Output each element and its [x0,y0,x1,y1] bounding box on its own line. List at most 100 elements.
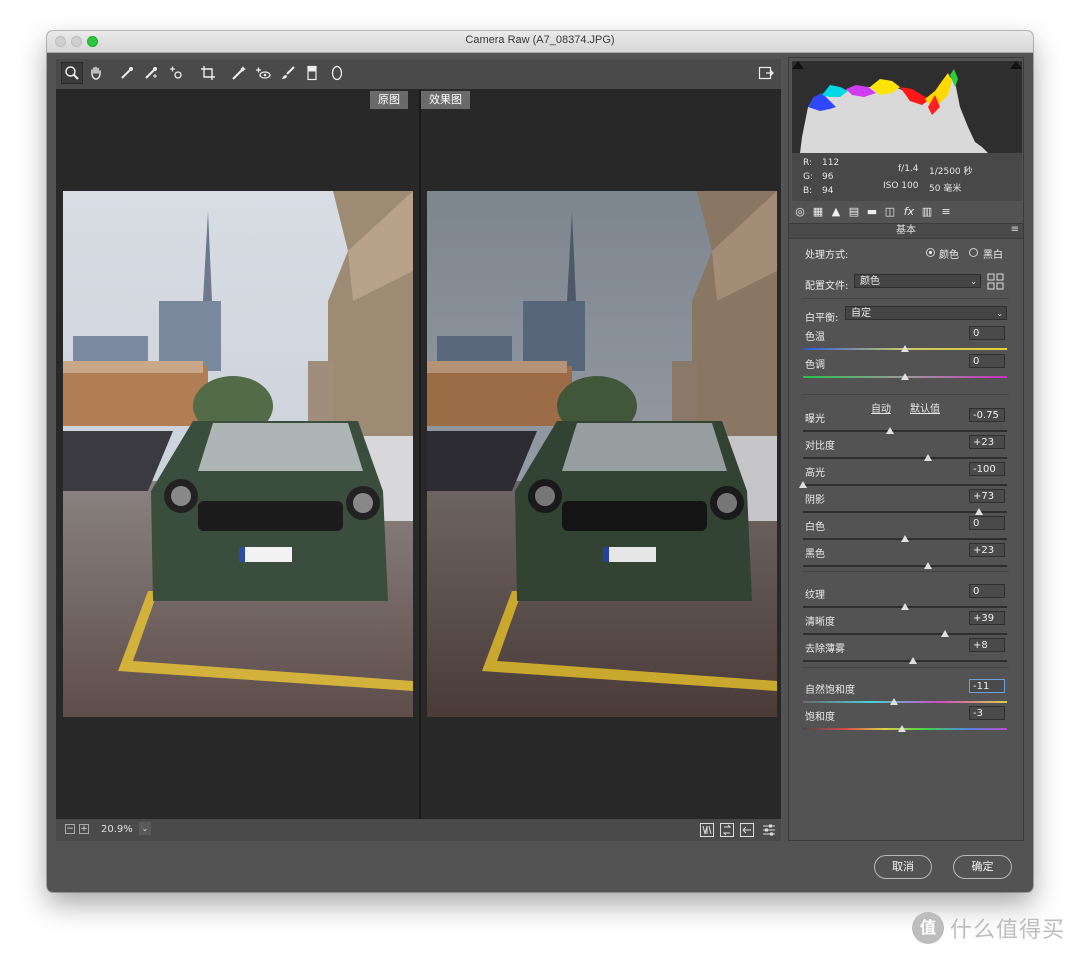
before-label: 原图 [370,91,408,109]
straighten-tool-icon[interactable] [228,62,250,84]
profile-label: 配置文件: [805,281,849,292]
slider-value-field[interactable]: 0 [969,584,1005,598]
preview-area[interactable]: 原图 效果图 [56,89,781,819]
open-preferences-icon[interactable] [755,62,777,84]
detail-tab-icon[interactable]: ▲ [829,205,843,219]
slider-track[interactable] [803,701,1007,703]
slider-thumb[interactable] [901,345,909,352]
presets-tab-icon[interactable]: ≡ [939,205,953,219]
slider-value-field[interactable]: +23 [969,435,1005,449]
treatment-color-radio[interactable] [926,248,935,257]
calibration-tab-icon[interactable]: ▥ [920,205,934,219]
effects-tab-icon[interactable]: fx [902,205,916,219]
panel-menu-icon[interactable]: ≡ [1011,224,1019,235]
slider-value-field[interactable]: +73 [969,489,1005,503]
slider-thumb[interactable] [901,373,909,380]
radial-filter-tool-icon[interactable] [326,62,348,84]
watermark-text: 什么值得买 [950,918,1066,943]
color-sampler-tool-icon[interactable] [140,62,162,84]
divider [803,571,1009,572]
histogram-graph [800,69,988,153]
slider-thumb[interactable] [924,562,933,569]
profile-browser-icon[interactable] [987,273,1004,290]
before-after-view-icon[interactable] [700,822,714,837]
graduated-filter-tool-icon[interactable] [301,62,323,84]
lens-corrections-tab-icon[interactable]: ◫ [883,205,897,219]
treatment-label: 处理方式: [805,250,849,261]
wb-dropdown[interactable]: 自定 ⌄ [845,306,1007,320]
slider-value-field[interactable]: 0 [969,354,1005,368]
slider-track[interactable] [803,660,1007,662]
r-value: 112 [822,158,840,168]
hand-tool-icon[interactable] [85,62,107,84]
slider-label: 去除薄雾 [805,644,845,655]
wb-label: 白平衡: [805,313,839,324]
slider-thumb[interactable] [889,698,898,705]
default-link[interactable]: 默认值 [910,400,940,415]
slider-value-field[interactable]: +39 [969,611,1005,625]
slider-value-field[interactable]: +23 [969,543,1005,557]
treatment-color-label: 颜色 [939,250,959,261]
slider-thumb[interactable] [940,630,949,637]
camera-raw-window: Camera Raw (A7_08374.JPG) 原图 效果图 − + 20.… [47,31,1033,892]
slider-label: 对比度 [805,441,835,452]
hsl-tab-icon[interactable]: ▤ [847,205,861,219]
slider-value-field[interactable]: 0 [969,516,1005,530]
cancel-button[interactable]: 取消 [874,855,932,879]
slider-label: 清晰度 [805,617,835,628]
swap-settings-icon[interactable] [720,822,734,837]
slider-thumb[interactable] [901,603,909,610]
slider-value-field[interactable]: 0 [969,326,1005,340]
slider-label: 色调 [805,360,825,371]
site-watermark: 值 什么值得买 [912,911,1065,945]
auto-link[interactable]: 自动 [871,400,891,415]
slider-thumb[interactable] [975,508,984,515]
b-label: B: [803,186,813,196]
slider-track[interactable] [803,430,1007,432]
slider-track[interactable] [803,457,1007,459]
zoom-level-field[interactable]: 20.9% [97,822,141,837]
adjustment-brush-tool-icon[interactable] [277,62,299,84]
zoom-out-button[interactable]: − [65,824,75,834]
slider-thumb[interactable] [901,535,909,542]
wb-value: 自定 [851,308,871,319]
slider-value-field[interactable]: -0.75 [969,408,1005,422]
shutter-value: 1/2500 秒 [929,167,973,177]
panel-tabs: ◎ ▦ ▲ ▤ ▬ ◫ fx ▥ ≡ [789,203,1023,223]
section-title: 基本 [789,223,1023,239]
before-photo [63,191,413,717]
slider-track[interactable] [803,484,1007,486]
profile-dropdown[interactable]: 颜色 ⌄ [854,274,981,288]
targeted-adjustment-tool-icon[interactable] [165,62,187,84]
slider-thumb[interactable] [799,481,807,488]
slider-thumb[interactable] [885,427,894,434]
title-bar[interactable]: Camera Raw (A7_08374.JPG) [47,31,1033,53]
slider-value-field[interactable]: +8 [969,638,1005,652]
r-label: R: [803,158,813,168]
slider-track[interactable] [803,565,1007,567]
zoom-tool-icon[interactable] [61,62,83,84]
toggle-settings-icon[interactable] [762,822,776,836]
slider-thumb[interactable] [924,454,933,461]
copy-settings-icon[interactable] [740,822,754,837]
ok-button[interactable]: 确定 [953,855,1012,879]
zoom-dropdown-icon[interactable]: ⌄ [139,822,151,835]
zoom-in-button[interactable]: + [79,824,89,834]
after-label: 效果图 [421,91,470,109]
slider-thumb[interactable] [897,725,906,732]
slider-value-field[interactable]: -3 [969,706,1005,720]
treatment-bw-radio[interactable] [969,248,978,257]
tone-curve-tab-icon[interactable]: ▦ [811,205,825,219]
slider-value-field[interactable]: -11 [969,679,1005,693]
aperture-value: f/1.4 [898,164,919,174]
split-toning-tab-icon[interactable]: ▬ [865,205,879,219]
slider-value-field[interactable]: -100 [969,462,1005,476]
slider-track[interactable] [803,633,1007,635]
slider-thumb[interactable] [909,657,918,664]
crop-tool-icon[interactable] [197,62,219,84]
spot-removal-tool-icon[interactable] [252,62,274,84]
slider-label: 色温 [805,332,825,343]
white-balance-tool-icon[interactable] [116,62,138,84]
basic-tab-icon[interactable]: ◎ [793,205,807,219]
slider-label: 高光 [805,468,825,479]
